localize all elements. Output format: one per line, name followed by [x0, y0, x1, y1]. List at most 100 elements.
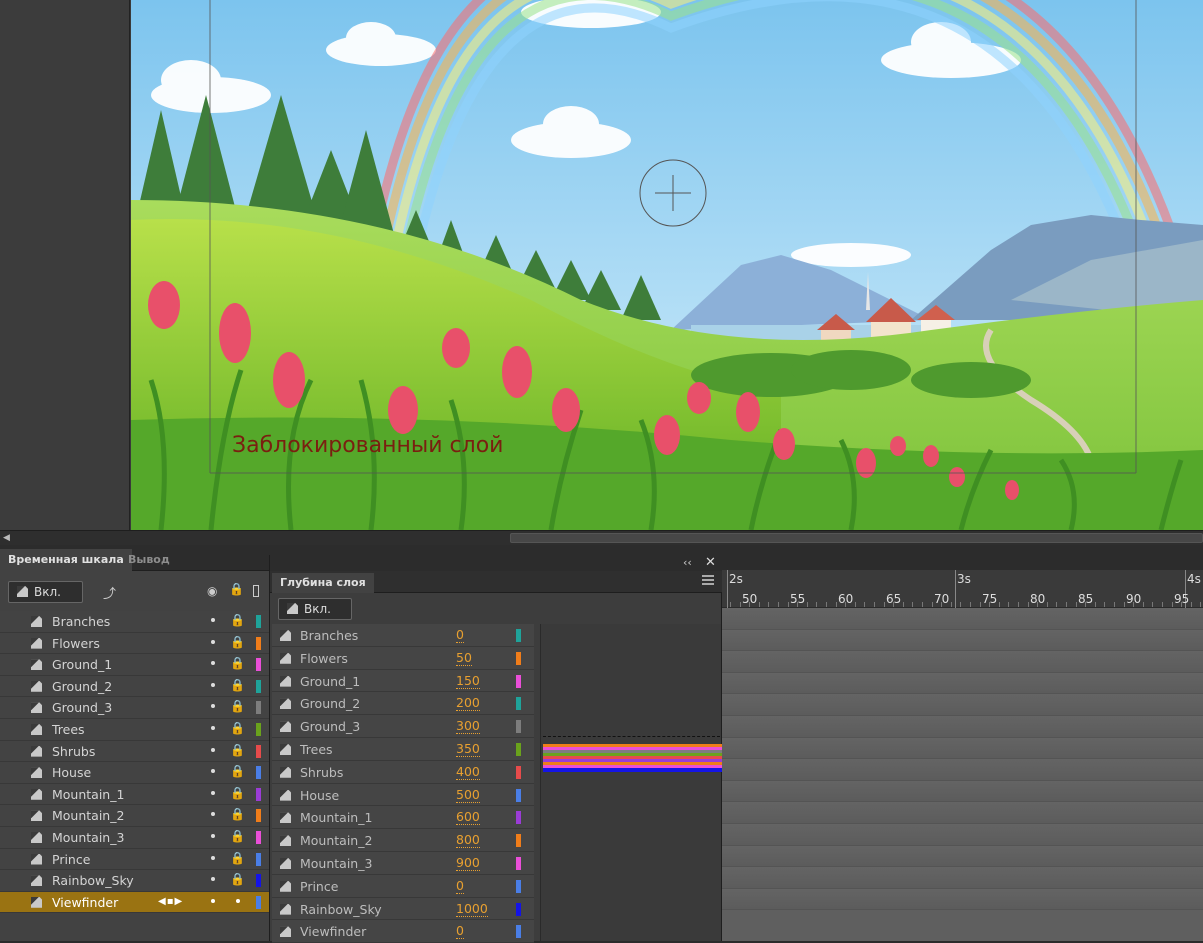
- depth-value[interactable]: 0: [456, 924, 464, 940]
- layer-color-swatch[interactable]: [256, 636, 261, 650]
- visibility-dot-icon[interactable]: [211, 725, 215, 730]
- keyframe-nav-icon[interactable]: ◀▪▶: [158, 896, 183, 907]
- layer-row[interactable]: Ground_3 🔒: [0, 697, 270, 719]
- layer-row[interactable]: Prince 🔒: [0, 848, 270, 871]
- lock-icon[interactable]: 🔒: [230, 656, 245, 670]
- depth-value[interactable]: 1000: [456, 901, 488, 917]
- depth-value[interactable]: 300: [456, 719, 480, 735]
- depth-value[interactable]: 50: [456, 650, 472, 666]
- layer-row[interactable]: Shrubs 🔒: [0, 740, 270, 763]
- layer-color-swatch[interactable]: [256, 744, 261, 758]
- lock-icon[interactable]: 🔒: [229, 582, 244, 596]
- visibility-dot-icon[interactable]: [211, 661, 215, 666]
- depth-value[interactable]: 0: [456, 878, 464, 894]
- lock-icon[interactable]: 🔒: [230, 851, 245, 865]
- layer-row[interactable]: Mountain_2 🔒: [0, 805, 270, 827]
- layer-color-swatch[interactable]: [256, 895, 261, 909]
- layer-color-swatch[interactable]: [256, 658, 261, 672]
- depth-row[interactable]: Ground_2 200: [272, 692, 534, 716]
- lock-icon[interactable]: 🔒: [230, 743, 245, 757]
- depth-row[interactable]: Ground_1 150: [272, 669, 534, 693]
- tab-layer-depth[interactable]: Глубина слоя: [272, 573, 374, 593]
- lock-icon[interactable]: 🔒: [230, 721, 245, 735]
- visibility-dot-icon[interactable]: [211, 618, 215, 622]
- frame-row[interactable]: [722, 867, 1203, 889]
- layer-color-swatch[interactable]: [256, 701, 261, 715]
- frame-row[interactable]: [722, 672, 1203, 695]
- visibility-dot-icon[interactable]: [211, 877, 215, 882]
- graph-icon[interactable]: ⤴: [103, 583, 116, 602]
- lock-icon[interactable]: 🔒: [230, 678, 245, 692]
- frame-ruler[interactable]: 2s 3s 4s 50 55 60 65 70 75 80 85 90 95: [722, 570, 1203, 608]
- depth-value[interactable]: 600: [456, 810, 480, 826]
- lock-icon[interactable]: 🔒: [230, 807, 245, 821]
- depth-value[interactable]: 500: [456, 787, 480, 803]
- visibility-dot-icon[interactable]: [211, 704, 215, 709]
- depth-value[interactable]: 900: [456, 855, 480, 871]
- frame-row[interactable]: [722, 888, 1203, 911]
- collapse-icon[interactable]: ‹‹: [683, 556, 692, 569]
- layer-row[interactable]: Mountain_3 🔒: [0, 826, 270, 849]
- layer-color-swatch[interactable]: [256, 615, 261, 628]
- layer-color-swatch[interactable]: [256, 874, 261, 888]
- frame-row[interactable]: [722, 759, 1203, 781]
- layer-color-swatch[interactable]: [256, 830, 261, 844]
- depth-row[interactable]: Ground_3 300: [272, 715, 534, 738]
- outline-icon[interactable]: [253, 585, 259, 597]
- depth-row[interactable]: Flowers 50: [272, 646, 534, 670]
- lock-icon[interactable]: 🔒: [230, 829, 245, 843]
- frame-row[interactable]: [722, 802, 1203, 824]
- layer-row[interactable]: Rainbow_Sky 🔒: [0, 870, 270, 892]
- scroll-thumb[interactable]: [510, 533, 1203, 543]
- depth-row[interactable]: Branches 0: [272, 624, 534, 647]
- depth-row[interactable]: Mountain_2 800: [272, 829, 534, 852]
- layer-row[interactable]: Ground_2 🔒: [0, 675, 270, 698]
- depth-bar[interactable]: [543, 768, 722, 772]
- layer-row[interactable]: Branches 🔒: [0, 611, 270, 633]
- visibility-dot-icon[interactable]: [211, 747, 215, 752]
- depth-value[interactable]: 400: [456, 764, 480, 780]
- depth-row[interactable]: Mountain_1 600: [272, 806, 534, 830]
- depth-row[interactable]: Trees 350: [272, 737, 534, 761]
- layer-row[interactable]: Mountain_1 🔒: [0, 783, 270, 806]
- lock-icon[interactable]: 🔒: [230, 764, 245, 778]
- layer-color-swatch[interactable]: [256, 787, 261, 801]
- layer-depth-toggle-button[interactable]: Вкл.: [8, 581, 83, 603]
- lock-icon[interactable]: 🔒: [230, 635, 245, 649]
- visibility-dot-icon[interactable]: [211, 812, 215, 817]
- depth-row[interactable]: House 500: [272, 783, 534, 807]
- scroll-left-arrow-icon[interactable]: ◀: [3, 533, 10, 543]
- depth-row[interactable]: Rainbow_Sky 1000: [272, 897, 534, 921]
- layer-color-swatch[interactable]: [256, 722, 261, 736]
- visibility-dot-icon[interactable]: [211, 682, 215, 687]
- visibility-dot-icon[interactable]: [211, 855, 215, 860]
- visibility-dot-icon[interactable]: [211, 833, 215, 838]
- layer-color-swatch[interactable]: [256, 679, 261, 693]
- frame-row[interactable]: [722, 629, 1203, 652]
- visibility-dot-icon[interactable]: [211, 790, 215, 795]
- depth-toggle-button[interactable]: Вкл.: [278, 598, 352, 620]
- panel-menu-icon[interactable]: [702, 575, 714, 585]
- depth-row[interactable]: Viewfinder 0: [272, 920, 534, 943]
- lock-icon[interactable]: 🔒: [230, 699, 245, 713]
- frame-row[interactable]: [722, 845, 1203, 868]
- depth-value[interactable]: 800: [456, 833, 480, 849]
- depth-row[interactable]: Mountain_3 900: [272, 851, 534, 875]
- close-icon[interactable]: ✕: [705, 555, 716, 570]
- frame-row[interactable]: [722, 737, 1203, 760]
- depth-value[interactable]: 200: [456, 696, 480, 712]
- eye-icon[interactable]: ◉: [207, 584, 217, 598]
- frame-row[interactable]: [722, 780, 1203, 803]
- layer-row[interactable]: Ground_1 🔒: [0, 654, 270, 676]
- layer-color-swatch[interactable]: [256, 809, 261, 823]
- layer-row[interactable]: Trees 🔒: [0, 718, 270, 741]
- depth-value[interactable]: 150: [456, 673, 480, 689]
- lock-dot-icon[interactable]: [236, 898, 240, 903]
- tab-timeline[interactable]: Временная шкала: [0, 549, 132, 571]
- frame-row[interactable]: [722, 694, 1203, 716]
- frame-row[interactable]: [722, 715, 1203, 738]
- depth-value[interactable]: 350: [456, 741, 480, 757]
- lock-icon[interactable]: 🔒: [230, 872, 245, 886]
- layer-color-swatch[interactable]: [256, 852, 261, 866]
- frame-grid[interactable]: [722, 608, 1203, 941]
